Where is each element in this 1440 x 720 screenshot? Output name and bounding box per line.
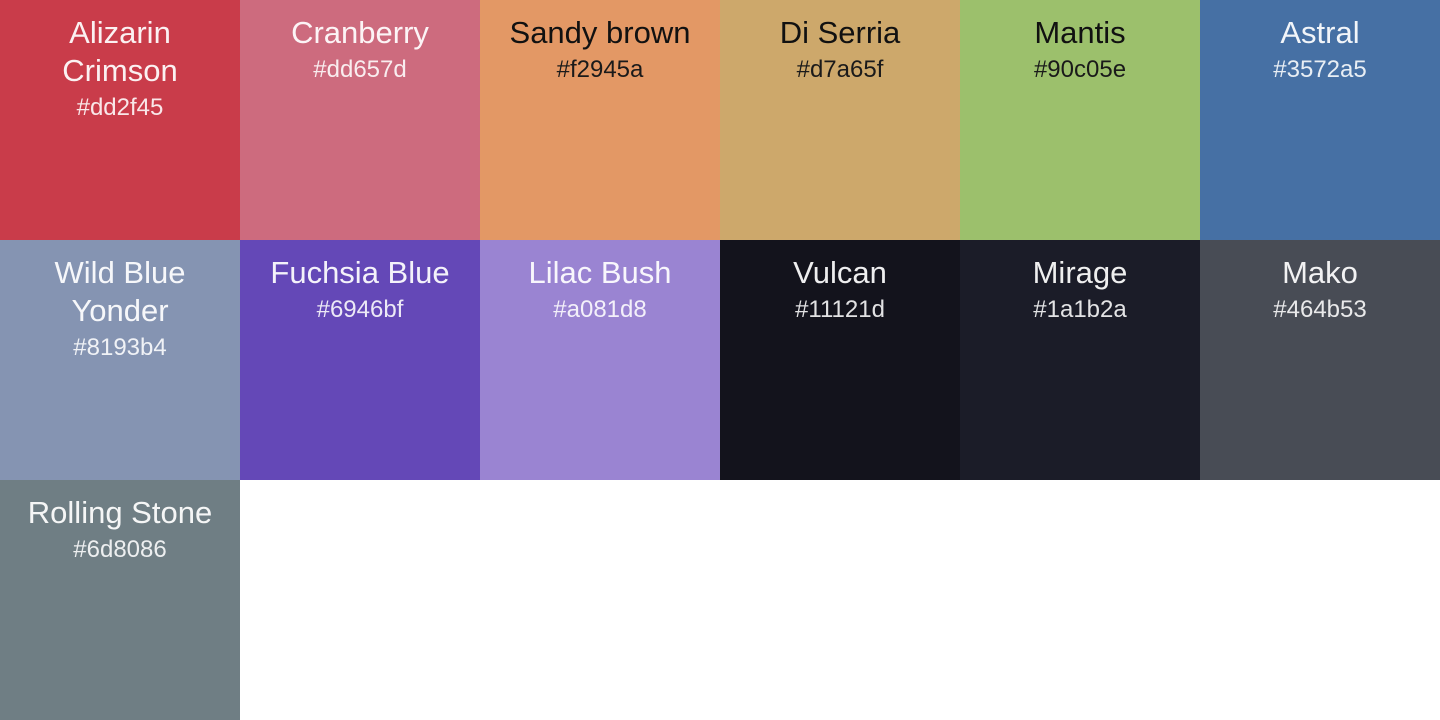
- swatch-hex: #dd2f45: [76, 94, 164, 121]
- swatch-hex: #8193b4: [73, 334, 167, 361]
- swatch-hex: #3572a5: [1273, 56, 1367, 83]
- swatch-name: Lilac Bush: [528, 255, 672, 290]
- swatch-name: Mirage: [1032, 255, 1128, 290]
- swatch-name: Astral: [1280, 15, 1360, 50]
- swatch-hex: #11121d: [795, 296, 885, 323]
- swatch-hex: #6946bf: [316, 296, 404, 323]
- swatch-rolling-stone[interactable]: Rolling Stone #6d8086: [0, 480, 240, 720]
- swatch-mirage[interactable]: Mirage #1a1b2a: [960, 240, 1200, 480]
- swatch-fuchsia-blue[interactable]: Fuchsia Blue #6946bf: [240, 240, 480, 480]
- swatch-wild-blue-yonder[interactable]: Wild Blue Yonder #8193b4: [0, 240, 240, 480]
- swatch-mako[interactable]: Mako #464b53: [1200, 240, 1440, 480]
- swatch-name: Mantis: [1034, 15, 1126, 50]
- swatch-name: Vulcan: [793, 255, 887, 290]
- swatch-hex: #90c05e: [1033, 56, 1127, 83]
- swatch-vulcan[interactable]: Vulcan #11121d: [720, 240, 960, 480]
- swatch-hex: #d7a65f: [796, 56, 884, 83]
- swatch-hex: #f2945a: [556, 56, 644, 83]
- swatch-name: Wild Blue Yonder: [54, 255, 186, 328]
- swatch-mantis[interactable]: Mantis #90c05e: [960, 0, 1200, 240]
- swatch-hex: #1a1b2a: [1033, 296, 1127, 323]
- color-palette-grid: Alizarin Crimson #dd2f45 Cranberry #dd65…: [0, 0, 1440, 720]
- swatch-name: Fuchsia Blue: [270, 255, 450, 290]
- swatch-alizarin-crimson[interactable]: Alizarin Crimson #dd2f45: [0, 0, 240, 240]
- swatch-di-serria[interactable]: Di Serria #d7a65f: [720, 0, 960, 240]
- swatch-lilac-bush[interactable]: Lilac Bush #a081d8: [480, 240, 720, 480]
- swatch-cranberry[interactable]: Cranberry #dd657d: [240, 0, 480, 240]
- swatch-sandy-brown[interactable]: Sandy brown #f2945a: [480, 0, 720, 240]
- swatch-name: Mako: [1282, 255, 1358, 290]
- swatch-hex: #dd657d: [313, 56, 407, 83]
- swatch-hex: #6d8086: [73, 536, 167, 563]
- swatch-name: Cranberry: [291, 15, 429, 50]
- swatch-name: Di Serria: [779, 15, 901, 50]
- swatch-hex: #464b53: [1273, 296, 1367, 323]
- swatch-name: Alizarin Crimson: [62, 15, 178, 88]
- swatch-name: Rolling Stone: [27, 495, 213, 530]
- swatch-astral[interactable]: Astral #3572a5: [1200, 0, 1440, 240]
- swatch-name: Sandy brown: [509, 15, 691, 50]
- swatch-hex: #a081d8: [553, 296, 647, 323]
